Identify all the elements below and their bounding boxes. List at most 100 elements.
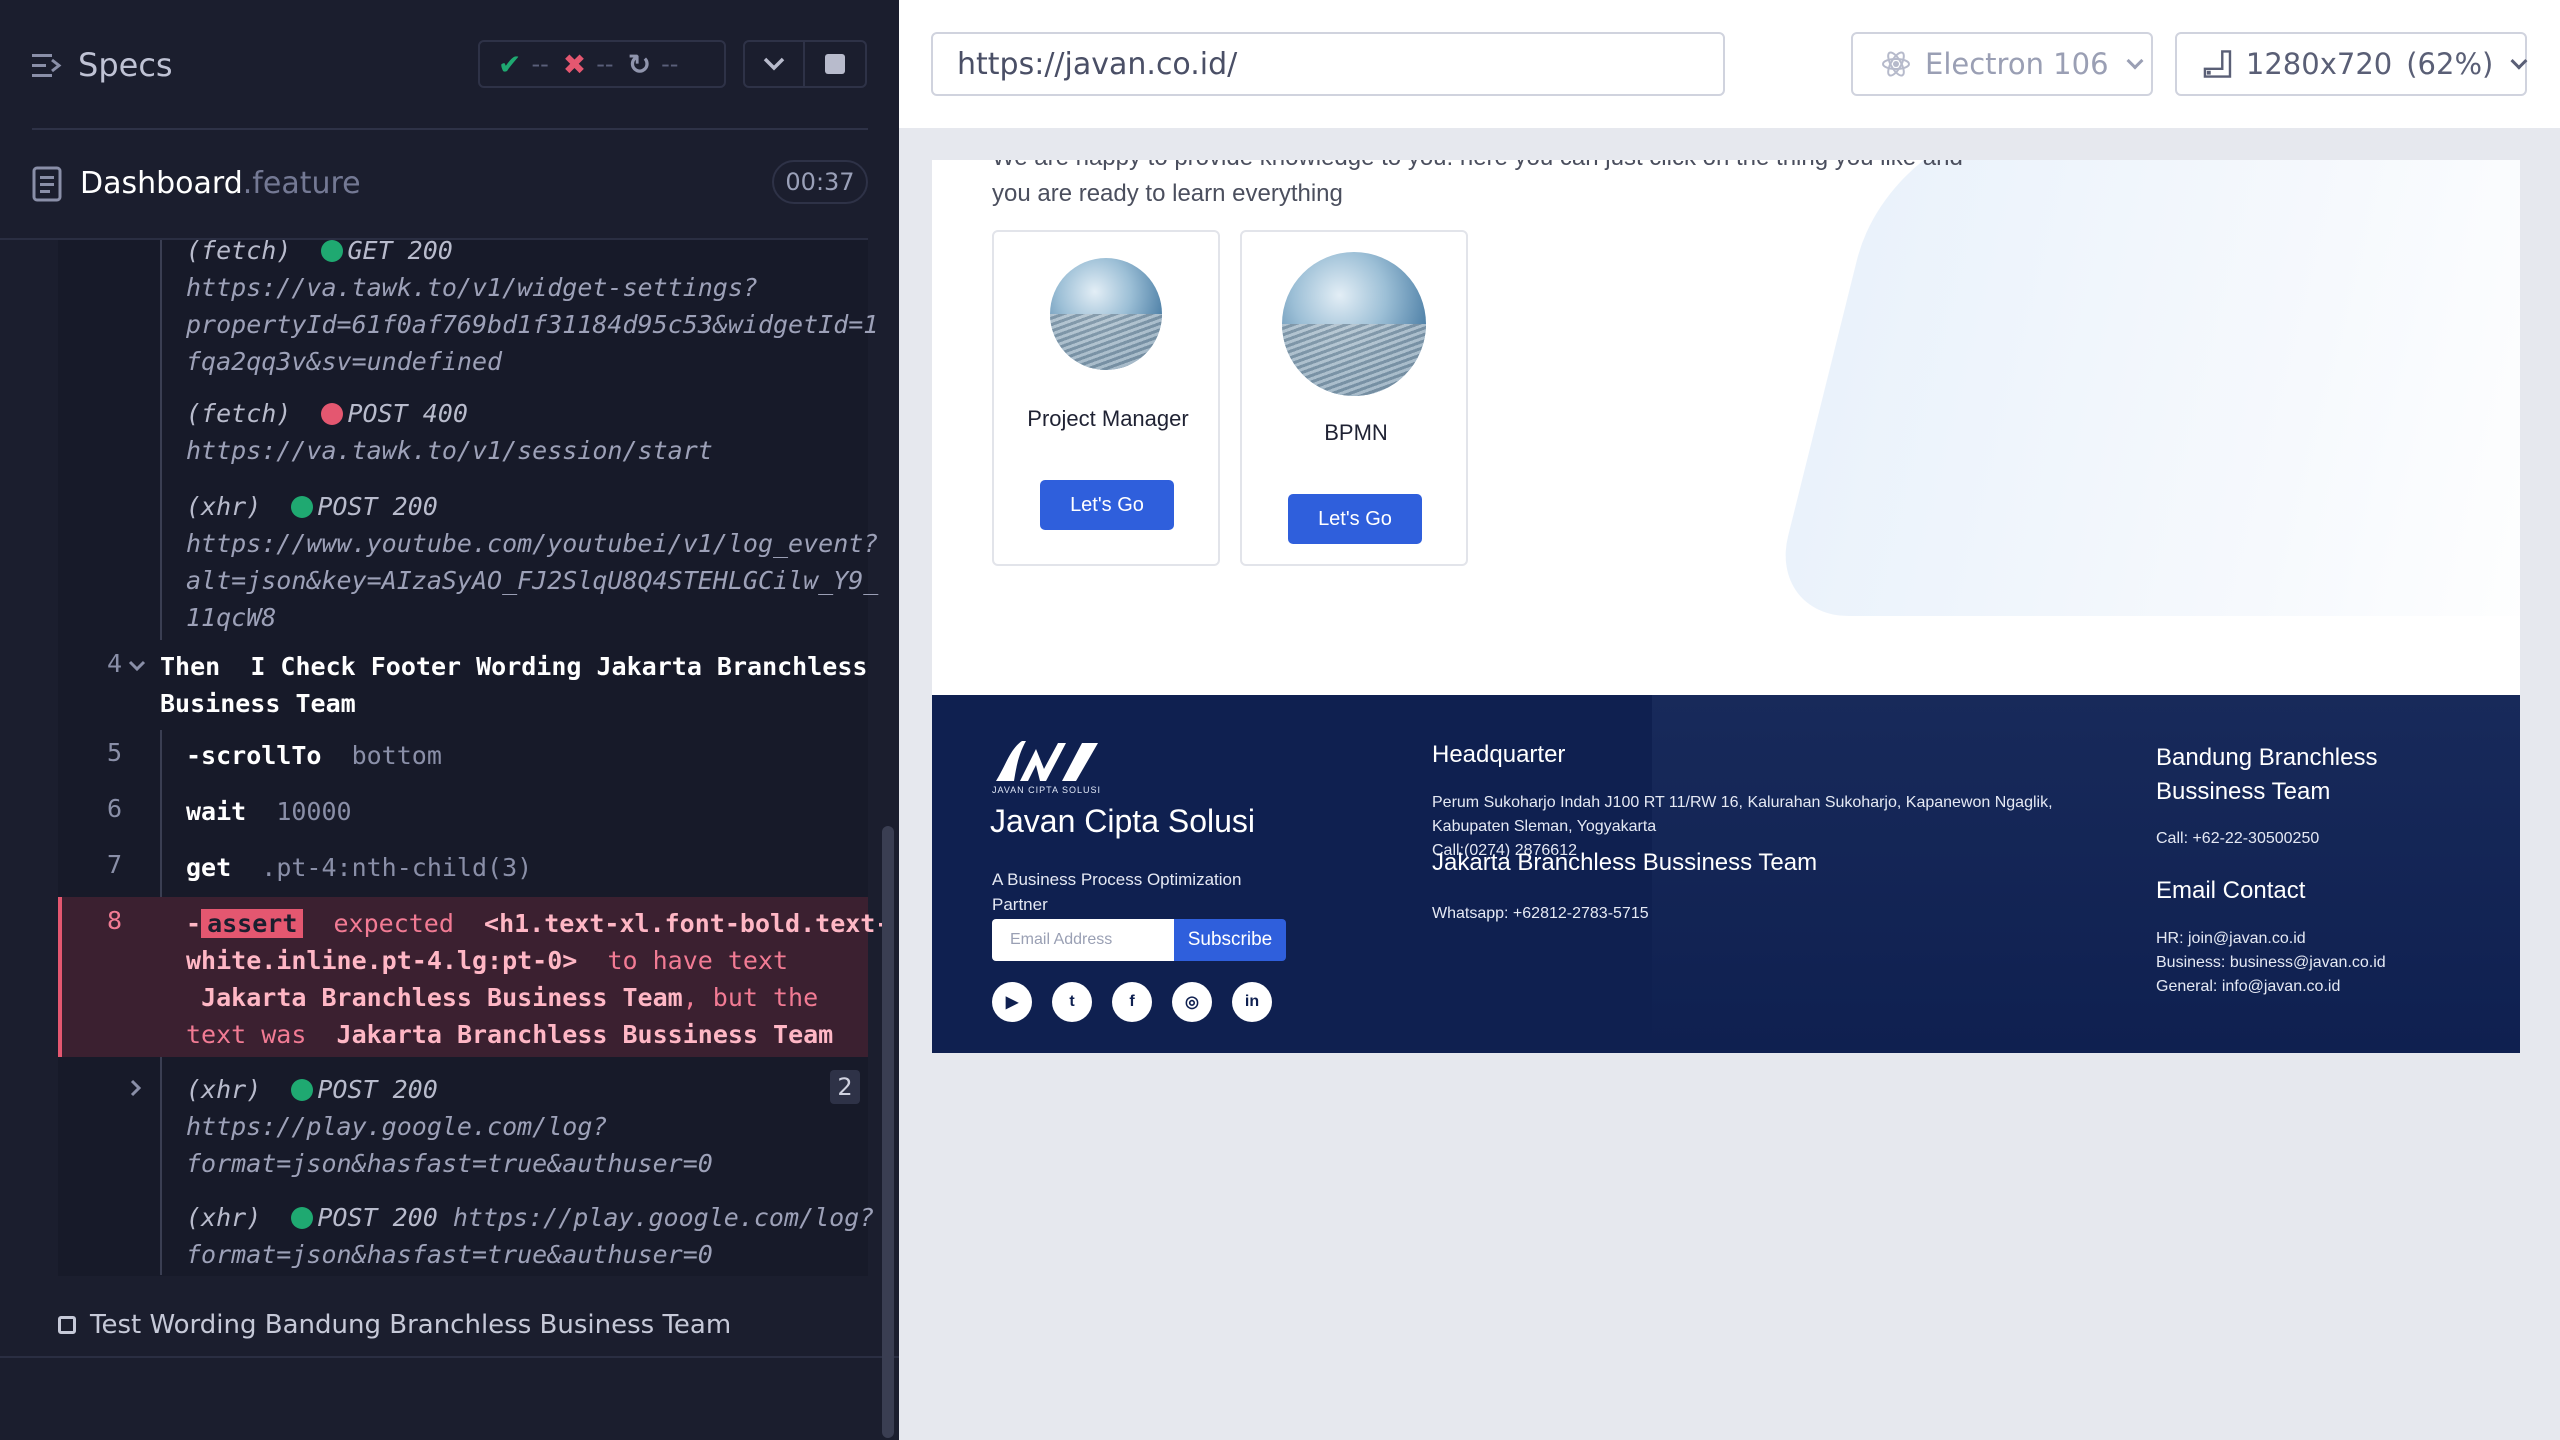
spec-duration: 00:37 xyxy=(772,160,868,204)
request-url: https://play.google.com/log? xyxy=(186,1112,608,1141)
step-then[interactable]: Then I Check Footer Wording Jakarta Bran… xyxy=(160,648,867,722)
chevron-down-icon xyxy=(2510,52,2528,70)
chevron-right-icon[interactable] xyxy=(130,1079,142,1097)
command-get[interactable]: get .pt-4:nth-child(3) xyxy=(186,849,532,886)
course-title: Project Manager xyxy=(1027,406,1189,431)
request-url: https://va.tawk.to/v1/session/start xyxy=(186,436,713,465)
chevron-down-icon[interactable] xyxy=(128,660,146,672)
viewport-selector[interactable]: 1280x720 (62%) xyxy=(2175,32,2528,96)
course-title: BPMN xyxy=(1324,420,1388,445)
stop-icon xyxy=(825,54,845,74)
contact-business: Business: business@javan.co.id xyxy=(2156,954,2386,971)
bandung-team-title: Bandung Branchless Bussiness Team xyxy=(2156,744,2378,805)
lets-go-button[interactable]: Let's Go xyxy=(1288,494,1422,544)
brand-tagline: A Business Process Optimization Partner xyxy=(992,870,1242,914)
success-dot-icon xyxy=(291,1207,314,1229)
command-scrollto[interactable]: -scrollTo bottom xyxy=(186,737,442,774)
line-number: 4 xyxy=(106,649,122,678)
headquarter-title: Headquarter xyxy=(1432,741,1566,768)
log-guide xyxy=(160,240,162,640)
success-dot-icon xyxy=(291,496,314,518)
aut-header: https://javan.co.id/ Electron 106 1280x7… xyxy=(899,0,2560,128)
instagram-icon[interactable]: ◎ xyxy=(1172,982,1212,1022)
spec-extension: .feature xyxy=(242,166,361,201)
email-contact-title: Email Contact xyxy=(2156,877,2306,904)
viewport-size: 1280x720 xyxy=(2245,47,2393,81)
file-icon xyxy=(32,166,62,202)
assert-tag: assert xyxy=(201,909,304,938)
reporter-header: Specs ✔ -- ✖ -- ↻ -- xyxy=(0,0,899,128)
jakarta-team-title: Jakarta Branchless Bussiness Team xyxy=(1432,849,1818,876)
chevron-down-icon xyxy=(763,57,785,71)
spec-name: Dashboard xyxy=(80,166,243,201)
request-url: fqa2qq3v&sv=undefined xyxy=(186,347,503,376)
request-url: format=json&hasfast=true&authuser=0 xyxy=(186,1240,713,1269)
error-dot-icon xyxy=(321,403,344,425)
chevron-down-icon xyxy=(2126,52,2144,70)
cypress-reporter: Specs ✔ -- ✖ -- ↻ -- Dashboard.feature 0… xyxy=(0,0,899,1440)
log-entry[interactable]: (fetch) POST 400 https://va.tawk.to/v1/s… xyxy=(186,395,713,469)
address-line: Kabupaten Sleman, Yogyakarta xyxy=(1432,818,1657,835)
email-contact-list: HR: join@javan.co.id Business: business@… xyxy=(2156,927,2386,999)
test-item[interactable]: Test Wording Bandung Branchless Business… xyxy=(58,1310,731,1340)
assert-message: - assert expected <h1.text-xl.font-bold.t… xyxy=(186,909,891,1049)
request-url: https://www.youtube.com/youtubei/v1/log_… xyxy=(186,529,879,558)
course-card[interactable]: BPMN Let's Go xyxy=(1240,230,1468,566)
linkedin-icon[interactable]: in xyxy=(1232,982,1272,1022)
divider xyxy=(0,1356,899,1358)
course-card[interactable]: Project Manager Let's Go xyxy=(992,230,1220,566)
youtube-icon[interactable]: ▶ xyxy=(992,982,1032,1022)
brand-name: Javan Cipta Solusi xyxy=(990,803,1256,839)
spec-header[interactable]: Dashboard.feature 00:37 xyxy=(0,150,899,216)
url-bar[interactable]: https://javan.co.id/ xyxy=(931,32,1725,96)
request-url: https://play.google.com/log? xyxy=(452,1203,875,1232)
subscribe-button[interactable]: Subscribe xyxy=(1174,919,1286,961)
course-image xyxy=(1282,252,1426,396)
facebook-icon[interactable]: f xyxy=(1112,982,1152,1022)
log-entry[interactable]: (fetch) GET 200 https://va.tawk.to/v1/wi… xyxy=(186,232,878,380)
x-icon: ✖ xyxy=(562,47,587,81)
specs-list-icon[interactable] xyxy=(32,52,62,80)
site-footer: JAVAN CIPTA SOLUSI Javan Cipta Solusi A … xyxy=(932,695,2520,1053)
log-entry[interactable]: (xhr) POST 200 https://www.youtube.com/y… xyxy=(186,488,878,636)
pending-stat: ↻ -- xyxy=(628,48,679,81)
spec-file-name: Dashboard.feature xyxy=(80,166,361,201)
log-guide xyxy=(160,730,162,898)
failed-stat: ✖ -- xyxy=(563,48,614,81)
browser-selector[interactable]: Electron 106 xyxy=(1851,32,2153,96)
address-line: Perum Sukoharjo Indah J100 RT 11/RW 16, … xyxy=(1432,794,2053,811)
lets-go-button[interactable]: Let's Go xyxy=(1040,480,1174,530)
check-icon: ✔ xyxy=(498,47,522,81)
count-badge: 2 xyxy=(830,1070,860,1104)
request-url: format=json&hasfast=true&authuser=0 xyxy=(186,1149,713,1178)
line-number: 7 xyxy=(106,850,122,879)
bandung-phone: Call: +62-22-30500250 xyxy=(2156,830,2320,847)
specs-title[interactable]: Specs xyxy=(78,46,173,84)
javan-logo[interactable] xyxy=(992,735,1102,785)
header-divider xyxy=(32,128,868,130)
jakarta-whatsapp: Whatsapp: +62812-2783-5715 xyxy=(1432,905,1649,922)
passed-count: -- xyxy=(531,50,549,78)
command-wait[interactable]: wait 10000 xyxy=(186,793,352,830)
contact-general: General: info@javan.co.id xyxy=(2156,978,2341,995)
electron-icon xyxy=(1882,51,1910,77)
pending-test-icon xyxy=(58,1316,76,1334)
line-number: 5 xyxy=(106,738,122,767)
success-dot-icon xyxy=(291,1079,314,1101)
stop-button[interactable] xyxy=(805,40,867,88)
app-under-test: We are happy to provide knowledge to you… xyxy=(932,160,2520,1053)
failed-count: -- xyxy=(596,50,614,78)
email-input[interactable]: Email Address xyxy=(992,919,1176,961)
log-entry[interactable]: (xhr) POST 200 https://play.google.com/l… xyxy=(186,1071,713,1182)
log-guide xyxy=(160,1057,162,1275)
success-dot-icon xyxy=(321,240,344,262)
log-entry[interactable]: (xhr) POST 200 https://play.google.com/l… xyxy=(186,1199,874,1273)
logo-subtitle: JAVAN CIPTA SOLUSI xyxy=(992,785,1102,795)
reporter-scrollbar[interactable] xyxy=(882,826,894,1438)
twitter-icon[interactable]: t xyxy=(1052,982,1092,1022)
collapse-button[interactable] xyxy=(743,40,805,88)
browser-label: Electron 106 xyxy=(1925,47,2109,81)
request-url: https://va.tawk.to/v1/widget-settings? xyxy=(186,273,758,302)
request-url: 11qcW8 xyxy=(186,603,277,632)
test-stats: ✔ -- ✖ -- ↻ -- xyxy=(478,40,726,88)
